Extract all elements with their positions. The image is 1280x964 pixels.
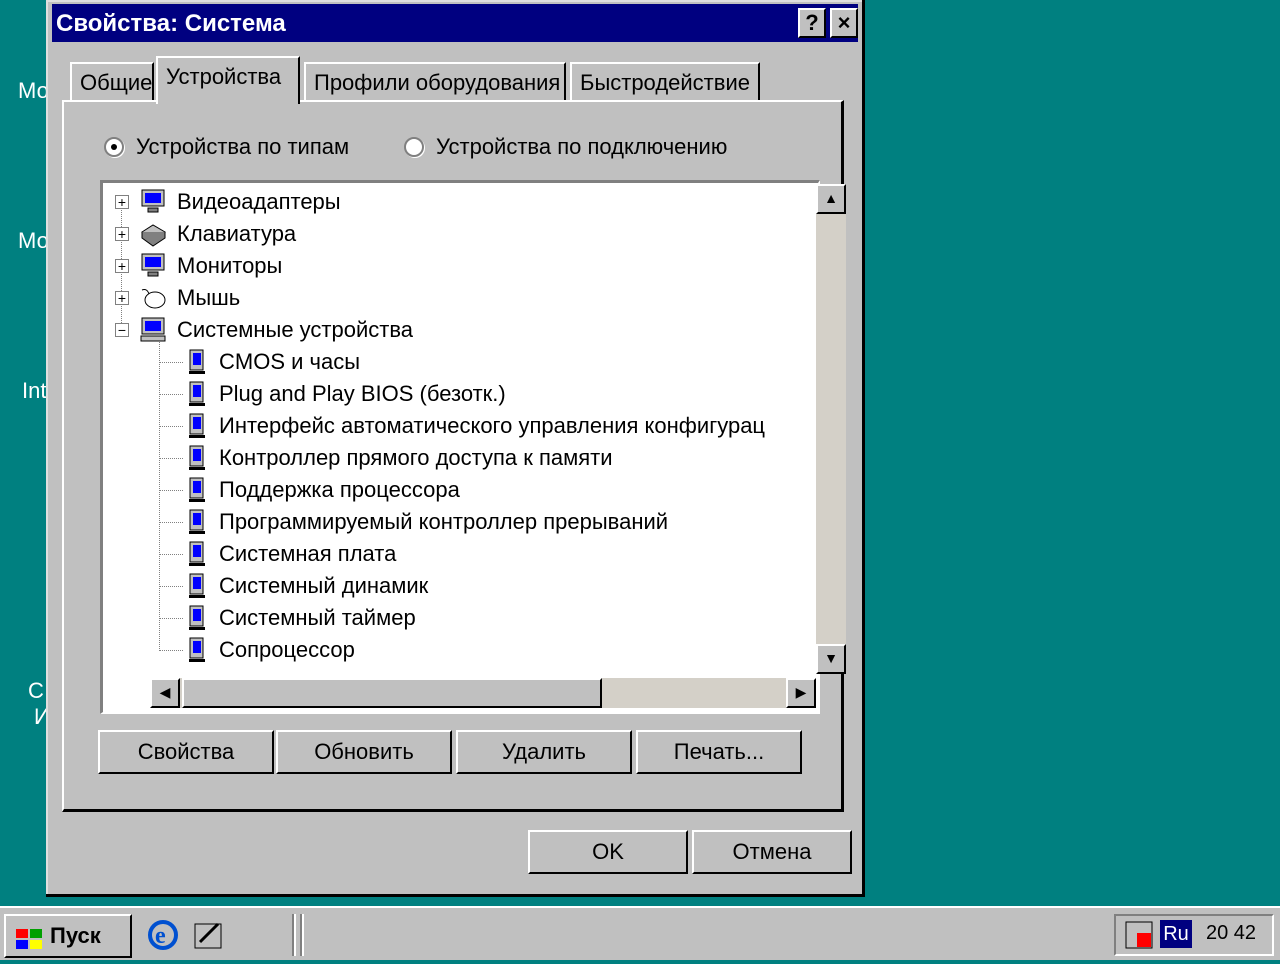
- ok-button[interactable]: OK: [528, 830, 688, 874]
- tree-node-label: Контроллер прямого доступа к памяти: [219, 445, 613, 470]
- tree-node-mouse[interactable]: + Мышь: [115, 282, 240, 314]
- title-bar[interactable]: Свойства: Система ? ×: [52, 4, 858, 42]
- tree-node-keyboard[interactable]: + Клавиатура: [115, 218, 296, 250]
- device-icon: [189, 573, 205, 599]
- tree-node-device[interactable]: Интерфейс автоматического управления кон…: [189, 410, 765, 442]
- device-icon: [189, 349, 205, 375]
- device-tree[interactable]: + Видеоадаптеры + Клавиатура + Мониторы …: [100, 180, 820, 714]
- tree-vertical-scrollbar[interactable]: ▲ ▼: [816, 184, 846, 674]
- scroll-left-icon[interactable]: ◀: [150, 678, 180, 708]
- taskbar: Пуск e Ru 20 42: [0, 906, 1280, 960]
- properties-button[interactable]: Свойства: [98, 730, 274, 774]
- tree-node-device[interactable]: Программируемый контроллер прерываний: [189, 506, 668, 538]
- keyboard-icon: [139, 220, 167, 248]
- tree-node-label: Plug and Play BIOS (безотк.): [219, 381, 506, 406]
- scroll-thumb[interactable]: [182, 678, 602, 708]
- tree-node-label: Системная плата: [219, 541, 397, 566]
- system-properties-dialog: Свойства: Система ? × Общие Устройства П…: [46, 0, 865, 897]
- tree-node-label: CMOS и часы: [219, 349, 361, 374]
- desktop-icon-label[interactable]: Int: [22, 378, 46, 404]
- system-tray: Ru 20 42: [1114, 914, 1274, 956]
- tab-hardware-profiles[interactable]: Профили оборудования: [304, 62, 566, 102]
- desktop-icon-label[interactable]: Мо: [18, 78, 49, 104]
- expand-plus-icon[interactable]: +: [115, 259, 129, 273]
- tree-node-device[interactable]: Системный динамик: [189, 570, 428, 602]
- radio-by-connection-label: Устройства по подключению: [436, 134, 728, 159]
- tree-node-device[interactable]: Сопроцессор: [189, 634, 355, 666]
- tree-node-device[interactable]: Поддержка процессора: [189, 474, 460, 506]
- clock[interactable]: 20 42: [1206, 922, 1256, 945]
- desktop-icon-label[interactable]: Мо: [18, 228, 49, 254]
- tree-node-label: Видеоадаптеры: [177, 189, 341, 214]
- device-icon: [189, 413, 205, 439]
- tab-devices[interactable]: Устройства: [156, 56, 300, 104]
- internet-explorer-icon[interactable]: e: [146, 918, 180, 957]
- tree-node-device[interactable]: Контроллер прямого доступа к памяти: [189, 442, 613, 474]
- tree-node-device[interactable]: Plug and Play BIOS (безотк.): [189, 378, 506, 410]
- tree-node-device[interactable]: Системный таймер: [189, 602, 416, 634]
- tree-node-label: Системный динамик: [219, 573, 429, 598]
- device-icon: [189, 445, 205, 471]
- dialog-title: Свойства: Система: [56, 10, 286, 37]
- tree-node-label: Системный таймер: [219, 605, 416, 630]
- tree-horizontal-scrollbar[interactable]: ◀ ▶: [150, 678, 816, 708]
- toolbar-divider: [300, 914, 304, 956]
- expand-plus-icon[interactable]: +: [115, 227, 129, 241]
- tree-node-label: Поддержка процессора: [219, 477, 460, 502]
- tree-node-label: Сопроцессор: [219, 637, 355, 662]
- device-icon: [189, 637, 205, 663]
- tab-general[interactable]: Общие: [70, 62, 154, 102]
- tab-performance[interactable]: Быстродействие: [570, 62, 760, 102]
- windows-logo-icon: [14, 924, 44, 964]
- scroll-down-icon[interactable]: ▼: [816, 644, 846, 674]
- remove-button[interactable]: Удалить: [456, 730, 632, 774]
- tree-node-label: Системные устройства: [177, 317, 414, 342]
- collapse-minus-icon[interactable]: −: [115, 323, 129, 337]
- language-indicator[interactable]: Ru: [1160, 920, 1192, 948]
- cancel-button[interactable]: Отмена: [692, 830, 852, 874]
- monitor-icon: [139, 252, 167, 280]
- computer-icon: [139, 316, 167, 344]
- radio-by-type-label: Устройства по типам: [136, 134, 350, 159]
- device-icon: [189, 477, 205, 503]
- scroll-up-icon[interactable]: ▲: [816, 184, 846, 214]
- print-button[interactable]: Печать...: [636, 730, 802, 774]
- start-label: Пуск: [50, 923, 101, 948]
- device-icon: [189, 541, 205, 567]
- tree-node-monitors[interactable]: + Мониторы: [115, 250, 282, 282]
- radio-button-checked[interactable]: [104, 137, 124, 157]
- toolbar-divider: [292, 914, 296, 956]
- tree-node-label: Мышь: [177, 285, 241, 310]
- tree-node-label: Клавиатура: [177, 221, 297, 246]
- tree-node-label: Интерфейс автоматического управления кон…: [219, 413, 766, 438]
- radio-by-type[interactable]: Устройства по типам: [104, 134, 349, 160]
- help-button[interactable]: ?: [798, 8, 826, 38]
- device-icon: [189, 509, 205, 535]
- tree-node-label: Мониторы: [177, 253, 283, 278]
- device-icon: [189, 381, 205, 407]
- display-adapter-icon: [139, 188, 167, 216]
- device-icon: [189, 605, 205, 631]
- tree-node-system-devices[interactable]: − Системные устройства: [115, 314, 413, 346]
- expand-plus-icon[interactable]: +: [115, 291, 129, 305]
- tree-node-device[interactable]: CMOS и часы: [189, 346, 360, 378]
- refresh-button[interactable]: Обновить: [276, 730, 452, 774]
- svg-text:e: e: [155, 923, 166, 949]
- expand-plus-icon[interactable]: +: [115, 195, 129, 209]
- tree-node-device[interactable]: Системная плата: [189, 538, 396, 570]
- tree-node-video-adapters[interactable]: + Видеоадаптеры: [115, 186, 341, 218]
- mouse-icon: [139, 284, 167, 312]
- desktop-icon-label[interactable]: С: [28, 678, 44, 704]
- desktop-shortcut-icon[interactable]: [192, 918, 226, 957]
- scroll-right-icon[interactable]: ▶: [786, 678, 816, 708]
- tray-app-icon[interactable]: [1124, 920, 1154, 955]
- tree-node-label: Программируемый контроллер прерываний: [219, 509, 669, 534]
- radio-button[interactable]: [404, 137, 424, 157]
- close-button[interactable]: ×: [830, 8, 858, 38]
- start-button[interactable]: Пуск: [4, 914, 132, 958]
- radio-by-connection[interactable]: Устройства по подключению: [404, 134, 727, 160]
